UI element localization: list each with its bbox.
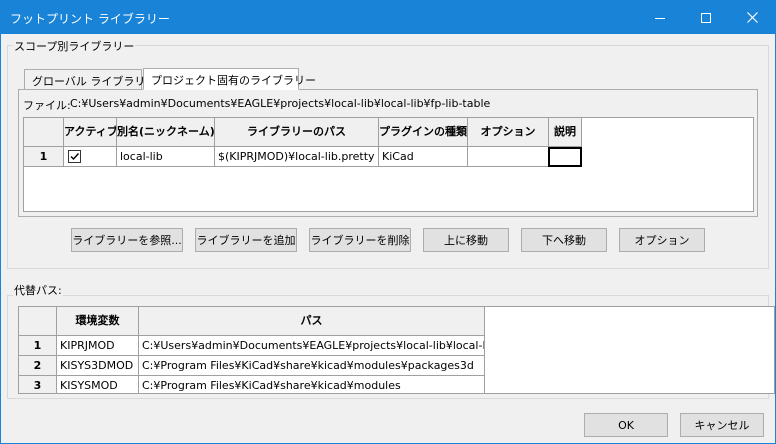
add-library-button[interactable]: ライブラリーを追加 (195, 228, 297, 252)
active-cell[interactable] (64, 147, 117, 167)
corner-cell (19, 307, 57, 336)
library-table: アクティブ 別名(ニックネーム) ライブラリーのパス プラグインの種類 オプショ… (23, 117, 754, 212)
path-cell[interactable]: $(KIPRJMOD)¥local-lib.pretty (215, 147, 379, 167)
corner-cell (24, 118, 64, 147)
maximize-button[interactable] (683, 1, 729, 34)
cancel-button[interactable]: キャンセル (680, 413, 764, 437)
scope-group-label: スコープ別ライブラリー (13, 38, 136, 54)
file-label: ファイル: (23, 99, 71, 112)
minimize-icon (655, 17, 665, 19)
env-var-cell[interactable]: KIPRJMOD (57, 336, 139, 356)
table-row[interactable]: 3 KISYSMOD C:¥Program Files¥KiCad¥share¥… (19, 376, 774, 393)
nickname-cell[interactable]: local-lib (117, 147, 215, 167)
browse-library-button[interactable]: ライブラリーを参照... (71, 228, 183, 252)
row-number[interactable]: 1 (19, 336, 57, 356)
column-header-path[interactable]: ライブラリーのパス (215, 118, 379, 147)
row-number[interactable]: 1 (24, 147, 64, 167)
active-checkbox[interactable] (68, 149, 81, 163)
table-row[interactable]: 2 KISYS3DMOD C:¥Program Files¥KiCad¥shar… (19, 356, 774, 376)
options-cell[interactable] (468, 147, 549, 167)
table-row[interactable]: 1 KIPRJMOD C:¥Users¥admin¥Documents¥EAGL… (19, 336, 774, 356)
options-button[interactable]: オプション (619, 228, 705, 252)
column-header-options[interactable]: オプション (468, 118, 549, 147)
tab-global-libraries[interactable]: グローバル ライブラリー (24, 69, 156, 90)
close-button[interactable] (729, 1, 775, 34)
description-cell[interactable] (548, 147, 582, 167)
move-up-button[interactable]: 上に移動 (423, 228, 509, 252)
column-header-description[interactable]: 説明 (549, 118, 582, 147)
column-header-nickname[interactable]: 別名(ニックネーム) (117, 118, 215, 147)
path-cell[interactable]: C:¥Program Files¥KiCad¥share¥kicad¥modul… (139, 376, 485, 393)
file-path: C:¥Users¥admin¥Documents¥EAGLE¥projects¥… (70, 97, 491, 110)
path-table: 環境変数 パス 1 KIPRJMOD C:¥Users¥admin¥Docume… (18, 306, 775, 394)
window-title: フットプリント ライブラリー (10, 12, 170, 26)
tab-project-libraries[interactable]: プロジェクト固有のライブラリー (143, 68, 316, 90)
env-var-cell[interactable]: KISYSMOD (57, 376, 139, 393)
column-header-active[interactable]: アクティブ (64, 118, 117, 147)
column-header-plugin[interactable]: プラグインの種類 (379, 118, 468, 147)
plugin-cell[interactable]: KiCad (379, 147, 468, 167)
path-cell[interactable]: C:¥Program Files¥KiCad¥share¥kicad¥modul… (139, 356, 485, 376)
checkmark-icon (70, 152, 80, 160)
env-var-cell[interactable]: KISYS3DMOD (57, 356, 139, 376)
ok-button[interactable]: OK (584, 413, 668, 437)
close-icon (746, 12, 758, 23)
remove-library-button[interactable]: ライブラリーを削除 (309, 228, 411, 252)
row-number[interactable]: 3 (19, 376, 57, 393)
row-number[interactable]: 2 (19, 356, 57, 376)
minimize-button[interactable] (637, 1, 683, 34)
library-table-header: アクティブ 別名(ニックネーム) ライブラリーのパス プラグインの種類 オプショ… (24, 118, 753, 147)
path-group-label: 代替パス: (13, 282, 63, 298)
table-row[interactable]: 1 local-lib $(KIPRJMOD)¥local-lib.pretty… (24, 147, 753, 167)
path-cell[interactable]: C:¥Users¥admin¥Documents¥EAGLE¥projects¥… (139, 336, 485, 356)
footprint-library-dialog: フットプリント ライブラリー スコープ別ライブラリー グローバル ライブラリー … (0, 0, 776, 444)
title-bar[interactable]: フットプリント ライブラリー (1, 1, 775, 34)
column-header-path[interactable]: パス (139, 307, 485, 336)
path-table-header: 環境変数 パス (19, 307, 774, 336)
column-header-env-var[interactable]: 環境変数 (57, 307, 139, 336)
move-down-button[interactable]: 下へ移動 (521, 228, 607, 252)
maximize-icon (701, 12, 711, 23)
